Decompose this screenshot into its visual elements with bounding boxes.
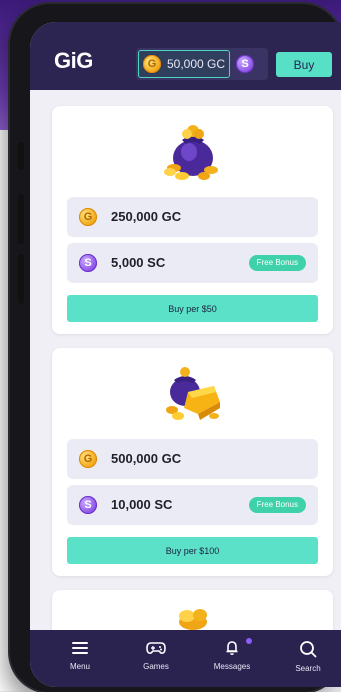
sc-amount: 10,000 SC xyxy=(111,497,173,512)
gc-amount-row: G 250,000 GC xyxy=(67,197,318,237)
balance-widget[interactable]: G 50,000 GC S xyxy=(136,48,268,80)
nav-label-messages: Messages xyxy=(213,662,251,671)
gc-amount: 250,000 GC xyxy=(111,209,182,224)
nav-item-menu[interactable]: Menu xyxy=(52,640,108,671)
bottom-nav: Menu Games Messages Search xyxy=(30,630,341,687)
offer-card: G 250,000 GC S 5,000 SC Free Bonus Buy p… xyxy=(52,106,333,334)
app-screen: GiG G 50,000 GC S Buy G 250,000 GC S 5,0… xyxy=(30,22,341,687)
app-header: GiG G 50,000 GC S Buy xyxy=(30,22,341,90)
gold-coin-icon: G xyxy=(143,55,161,73)
coin-pile-icon xyxy=(178,609,207,630)
buy-package-button[interactable]: Buy per $100 xyxy=(67,537,318,564)
gig-logo[interactable]: GiG xyxy=(54,48,93,74)
notification-dot xyxy=(246,638,252,644)
coin-bag-icon xyxy=(165,367,220,420)
nav-label-menu: Menu xyxy=(69,662,90,671)
gold-coin-icon: G xyxy=(79,208,97,226)
phone-side-button xyxy=(18,142,24,170)
nav-label-search: Search xyxy=(295,664,321,673)
phone-frame: GiG G 50,000 GC S Buy G 250,000 GC S 5,0… xyxy=(10,4,341,692)
sweeps-coin-icon: S xyxy=(79,254,97,272)
sweeps-coin-icon: S xyxy=(79,496,97,514)
free-bonus-badge: Free Bonus xyxy=(248,497,306,513)
buy-package-button[interactable]: Buy per $50 xyxy=(67,295,318,322)
gold-coin-icon: G xyxy=(79,450,97,468)
buy-button[interactable]: Buy xyxy=(276,52,332,77)
nav-label-games: Games xyxy=(143,662,169,671)
nav-item-messages[interactable]: Messages xyxy=(204,638,260,671)
nav-item-games[interactable]: Games xyxy=(128,640,184,671)
menu-icon xyxy=(72,642,88,654)
offer-card: G 500,000 GC S 10,000 SC Free Bonus Buy … xyxy=(52,348,333,576)
gc-balance-amount: 50,000 GC xyxy=(167,57,226,71)
search-icon xyxy=(300,641,317,658)
gamepad-icon xyxy=(146,642,166,654)
free-bonus-badge: Free Bonus xyxy=(248,255,306,271)
sc-amount: 5,000 SC xyxy=(111,255,166,270)
gc-amount-row: G 500,000 GC xyxy=(67,439,318,479)
sc-toggle[interactable]: S xyxy=(236,55,254,73)
sc-amount-row: S 10,000 SC Free Bonus xyxy=(67,485,318,525)
nav-item-search[interactable]: Search xyxy=(280,640,336,673)
gc-balance[interactable]: G 50,000 GC xyxy=(138,50,230,78)
phone-side-button xyxy=(18,254,24,304)
phone-side-button xyxy=(18,194,24,244)
sweeps-coin-icon: S xyxy=(236,55,254,73)
sc-amount-row: S 5,000 SC Free Bonus xyxy=(67,243,318,283)
gc-amount: 500,000 GC xyxy=(111,451,182,466)
bell-icon xyxy=(226,641,238,655)
coin-bag-icon xyxy=(163,125,218,180)
offers-list[interactable]: G 250,000 GC S 5,000 SC Free Bonus Buy p… xyxy=(30,90,341,670)
